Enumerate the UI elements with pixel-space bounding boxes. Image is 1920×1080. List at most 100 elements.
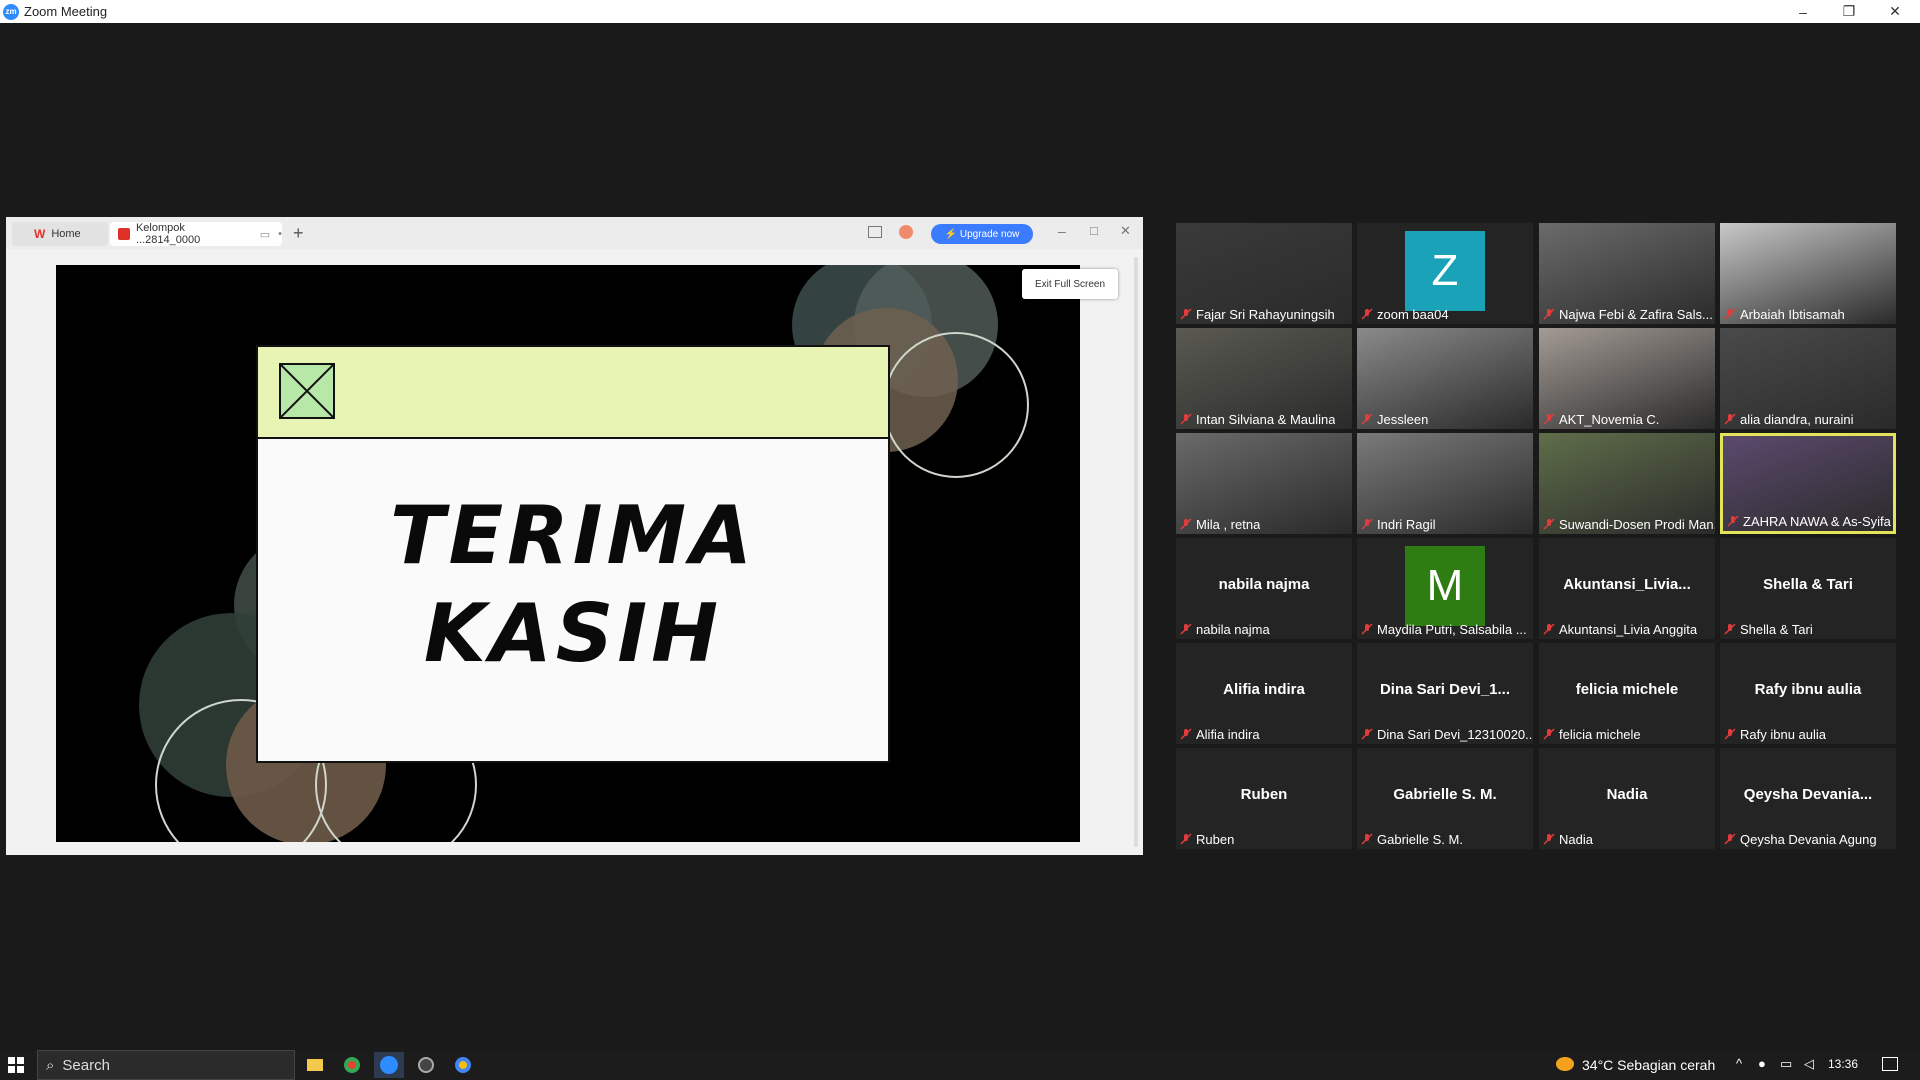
participant-name-label: Nadia	[1539, 831, 1593, 847]
participant-name: Intan Silviana & Maulina	[1196, 411, 1336, 427]
participant-display-name: Dina Sari Devi_1...	[1379, 681, 1511, 698]
muted-mic-icon	[1180, 518, 1192, 530]
participant-tile[interactable]: Qeysha Devania... Qeysha Devania Agung	[1720, 748, 1896, 849]
exit-fullscreen-button[interactable]: Exit Full Screen	[1022, 269, 1118, 299]
participant-name-label: Intan Silviana & Maulina	[1176, 411, 1335, 427]
participant-name: Rafy ibnu aulia	[1740, 726, 1826, 742]
participant-tile[interactable]: Suwandi-Dosen Prodi Man...	[1539, 433, 1715, 534]
notification-icon[interactable]	[1882, 1057, 1898, 1071]
participant-tile[interactable]: Rafy ibnu aulia Rafy ibnu aulia	[1720, 643, 1896, 744]
volume-icon[interactable]: ◁	[1804, 1056, 1814, 1072]
participant-tile[interactable]: Intan Silviana & Maulina	[1176, 328, 1352, 429]
participant-tile[interactable]: ZAHRA NAWA & As-Syifa	[1720, 433, 1896, 534]
chrome-icon[interactable]	[337, 1052, 367, 1078]
participant-tile[interactable]: Zzoom baa04	[1357, 223, 1533, 324]
participant-name: ZAHRA NAWA & As-Syifa	[1743, 513, 1891, 529]
participant-name-label: Akuntansi_Livia Anggita	[1539, 621, 1697, 637]
participant-tile[interactable]: Jessleen	[1357, 328, 1533, 429]
clock-time[interactable]: 13:36	[1828, 1057, 1858, 1071]
weather-text[interactable]: 34°C Sebagian cerah	[1582, 1057, 1715, 1073]
participant-name-label: Dina Sari Devi_12310020...	[1357, 726, 1533, 742]
participant-name-label: Mila , retna	[1176, 516, 1260, 532]
muted-mic-icon	[1361, 413, 1373, 425]
chevron-up-icon[interactable]: ^	[1736, 1056, 1742, 1071]
slide-title: TERIMA KASIH	[258, 487, 888, 683]
app-close-button[interactable]: ✕	[1120, 223, 1131, 239]
account-avatar[interactable]	[899, 225, 913, 239]
participant-tile[interactable]: Nadia Nadia	[1539, 748, 1715, 849]
zoom-taskbar-icon[interactable]	[374, 1052, 404, 1078]
participant-tile[interactable]: Mila , retna	[1176, 433, 1352, 534]
participant-name: Qeysha Devania Agung	[1740, 831, 1877, 847]
minimize-button[interactable]: –	[1780, 0, 1826, 23]
chrome-profile-icon[interactable]	[448, 1052, 478, 1078]
participant-name-label: Shella & Tari	[1720, 621, 1813, 637]
participant-tile[interactable]: alia diandra, nuraini	[1720, 328, 1896, 429]
participant-name: nabila najma	[1196, 621, 1270, 637]
new-tab-button[interactable]: +	[293, 223, 304, 244]
app-maximize-button[interactable]: □	[1090, 223, 1098, 238]
participant-tile[interactable]: Arbaiah Ibtisamah	[1720, 223, 1896, 324]
participant-tile[interactable]: nabila najma nabila najma	[1176, 538, 1352, 639]
participant-name: Suwandi-Dosen Prodi Man...	[1559, 516, 1715, 532]
participant-name-label: Alifia indira	[1176, 726, 1260, 742]
participant-tile[interactable]: Ruben Ruben	[1176, 748, 1352, 849]
upgrade-button[interactable]: ⚡ Upgrade now	[931, 224, 1033, 244]
participant-name: Fajar Sri Rahayuningsih	[1196, 306, 1335, 322]
participant-display-name: Shella & Tari	[1763, 576, 1853, 593]
close-button[interactable]: ✕	[1872, 0, 1918, 23]
app-minimize-button[interactable]: –	[1058, 223, 1066, 239]
participant-tile[interactable]: felicia michele felicia michele	[1539, 643, 1715, 744]
participant-avatar: M	[1405, 546, 1485, 626]
restore-button[interactable]: ❐	[1826, 0, 1872, 23]
window-title: Zoom Meeting	[24, 4, 108, 19]
layout-icon[interactable]	[868, 226, 882, 238]
participant-display-name: Gabrielle S. M.	[1393, 786, 1497, 803]
obs-icon[interactable]	[411, 1052, 441, 1078]
participant-tile[interactable]: AKT_Novemia C.	[1539, 328, 1715, 429]
muted-mic-icon	[1543, 728, 1555, 740]
participant-tile[interactable]: Indri Ragil	[1357, 433, 1533, 534]
placeholder-image-icon	[279, 363, 335, 419]
participant-name-label: Qeysha Devania Agung	[1720, 831, 1877, 847]
participant-tile[interactable]: M Maydila Putri, Salsabila ...	[1357, 538, 1533, 639]
participant-display-name: Nadia	[1606, 786, 1648, 803]
muted-mic-icon	[1361, 308, 1373, 320]
participant-tile[interactable]: Dina Sari Devi_1... Dina Sari Devi_123100…	[1357, 643, 1533, 744]
tab-home[interactable]: W Home	[12, 222, 108, 246]
muted-mic-icon	[1361, 833, 1373, 845]
screen-icon: ▭	[259, 228, 271, 241]
taskbar-search[interactable]: ⌕ Search	[37, 1050, 295, 1080]
microphone-icon[interactable]: ●	[1758, 1056, 1766, 1071]
tab-presentation[interactable]: Kelompok ...2814_0000 ▭ •	[110, 222, 282, 246]
participant-tile[interactable]: Fajar Sri Rahayuningsih	[1176, 223, 1352, 324]
participant-name: Akuntansi_Livia Anggita	[1559, 621, 1698, 637]
participant-display-name: nabila najma	[1218, 576, 1310, 593]
file-explorer-icon[interactable]	[300, 1052, 330, 1078]
participant-tile[interactable]: Shella & Tari Shella & Tari	[1720, 538, 1896, 639]
windows-start-icon[interactable]	[8, 1057, 24, 1073]
muted-mic-icon	[1543, 518, 1555, 530]
participant-display-name: Ruben	[1240, 786, 1288, 803]
muted-mic-icon	[1543, 833, 1555, 845]
participant-name-label: Gabrielle S. M.	[1357, 831, 1463, 847]
weather-icon	[1556, 1057, 1574, 1071]
slide-canvas: TERIMA KASIH	[56, 265, 1080, 842]
presentation-tab-bar: W Home Kelompok ...2814_0000 ▭ • + ⚡ Upg…	[6, 217, 1143, 249]
muted-mic-icon	[1724, 833, 1736, 845]
muted-mic-icon	[1727, 515, 1739, 527]
muted-mic-icon	[1724, 308, 1736, 320]
participant-name: alia diandra, nuraini	[1740, 411, 1854, 427]
participant-avatar: Z	[1405, 231, 1485, 311]
participant-tile[interactable]: Alifia indira Alifia indira	[1176, 643, 1352, 744]
participant-display-name: Rafy ibnu aulia	[1754, 681, 1862, 698]
tab-home-label: Home	[51, 228, 81, 240]
muted-mic-icon	[1180, 833, 1192, 845]
zoom-logo-icon: zm	[3, 3, 19, 20]
participant-tile[interactable]: Akuntansi_Livia... Akuntansi_Livia Anggit…	[1539, 538, 1715, 639]
participant-tile[interactable]: Najwa Febi & Zafira Sals...	[1539, 223, 1715, 324]
network-icon[interactable]: ▭	[1780, 1056, 1792, 1072]
participant-tile[interactable]: Gabrielle S. M. Gabrielle S. M.	[1357, 748, 1533, 849]
search-icon: ⌕	[46, 1056, 55, 1074]
scrollbar[interactable]	[1134, 257, 1138, 847]
